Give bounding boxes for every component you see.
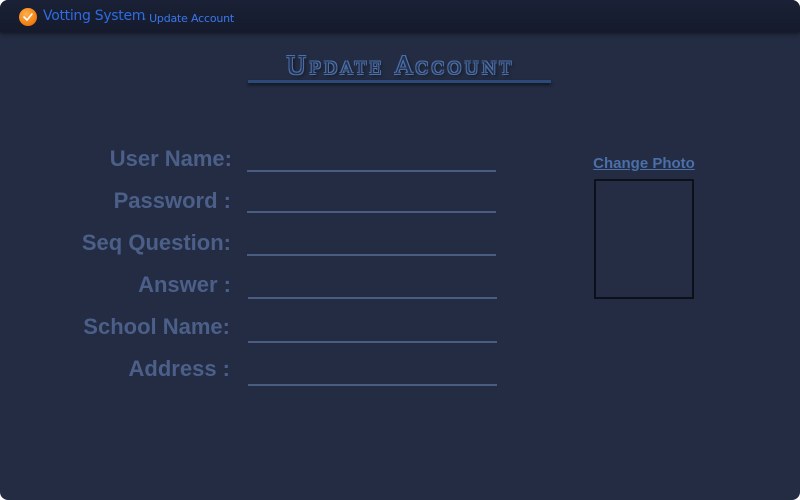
answer-label: Answer : bbox=[138, 272, 231, 297]
security-question-input[interactable] bbox=[247, 232, 496, 256]
answer-input[interactable] bbox=[248, 275, 497, 299]
change-photo-link[interactable]: Change Photo bbox=[572, 155, 716, 172]
window-subtitle: - Update Account bbox=[142, 12, 235, 25]
ballot-icon bbox=[19, 8, 37, 26]
password-label: Password : bbox=[113, 188, 231, 213]
password-input[interactable] bbox=[247, 189, 496, 213]
school-name-input[interactable] bbox=[248, 319, 497, 343]
profile-photo-frame[interactable] bbox=[594, 179, 694, 299]
security-question-label: Seq Question: bbox=[81, 230, 231, 255]
school-name-label: School Name: bbox=[83, 314, 230, 339]
address-label: Address : bbox=[128, 356, 230, 381]
username-label: User Name: bbox=[109, 146, 232, 171]
username-input[interactable] bbox=[247, 148, 496, 172]
title-underline bbox=[248, 80, 551, 83]
app-window: Votting System - Update Account Update A… bbox=[0, 0, 800, 500]
address-input[interactable] bbox=[248, 362, 497, 386]
app-title: Votting System bbox=[43, 8, 146, 24]
title-bar: Votting System - Update Account bbox=[0, 0, 800, 32]
page-title: Update Account bbox=[286, 52, 514, 80]
